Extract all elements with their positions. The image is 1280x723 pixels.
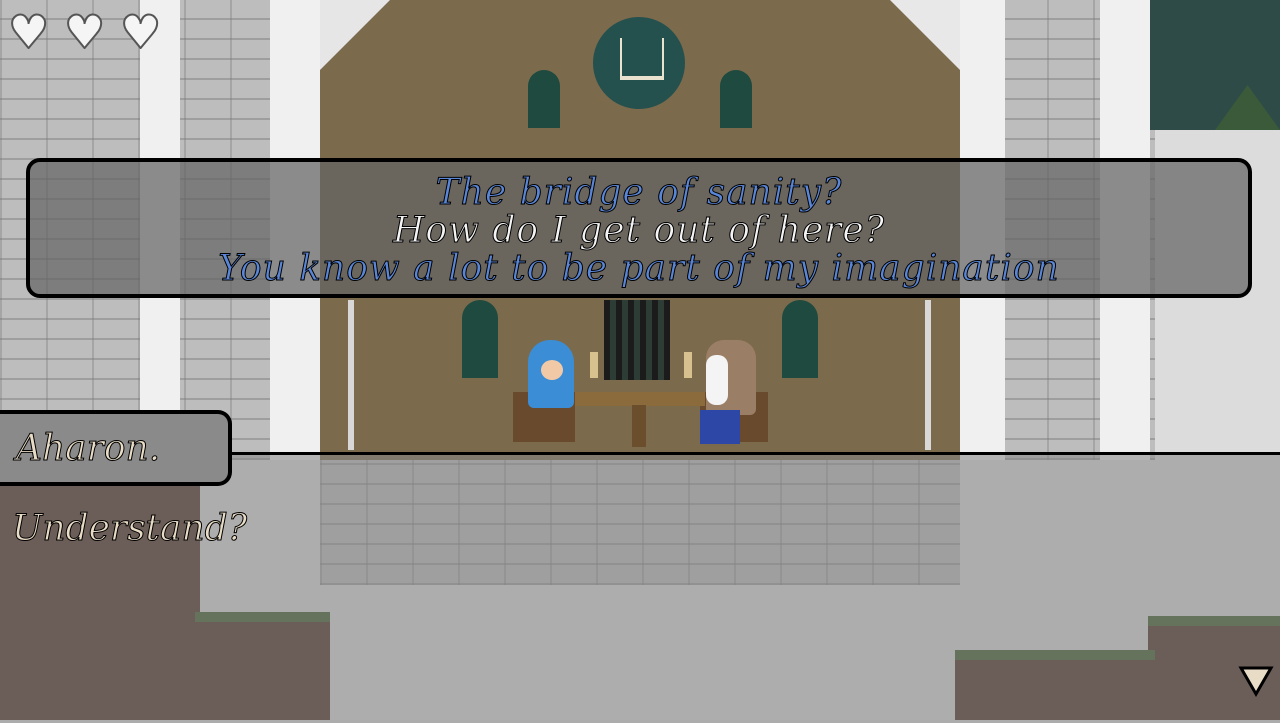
speaker-name: Aharon.	[15, 428, 161, 470]
heart-icon: ♥	[63, 5, 106, 59]
triangle-down-icon[interactable]	[1238, 665, 1274, 697]
speaker-nameplate: Aharon.	[0, 410, 232, 486]
heart-icon: ♥	[119, 5, 162, 59]
heart-icon: ♥	[7, 5, 50, 59]
dialog-line: The bridge of sanity?	[435, 172, 843, 214]
arched-window	[528, 70, 560, 128]
dialog-line: You know a lot to be part of my imaginat…	[218, 248, 1060, 290]
dialog-line: How do I get out of here?	[393, 210, 885, 252]
npc-beard	[706, 355, 728, 405]
response-option[interactable]: Understand?	[11, 508, 247, 550]
chandelier-icon	[620, 38, 664, 80]
npc-legs	[700, 410, 740, 444]
dialog-box: The bridge of sanity? How do I get out o…	[26, 158, 1252, 298]
arched-window	[462, 300, 498, 378]
response-panel	[0, 452, 1280, 723]
street-lamp	[348, 300, 354, 450]
candelabra-icon	[590, 352, 598, 378]
wooden-table	[575, 392, 705, 406]
table-leg	[632, 405, 646, 447]
player-face	[541, 360, 563, 380]
street-lamp	[925, 300, 931, 450]
arched-window	[720, 70, 752, 128]
health-hearts: ♥ ♥ ♥	[7, 5, 166, 59]
iron-gate	[604, 300, 670, 380]
candelabra-icon	[684, 352, 692, 378]
arched-window	[782, 300, 818, 378]
